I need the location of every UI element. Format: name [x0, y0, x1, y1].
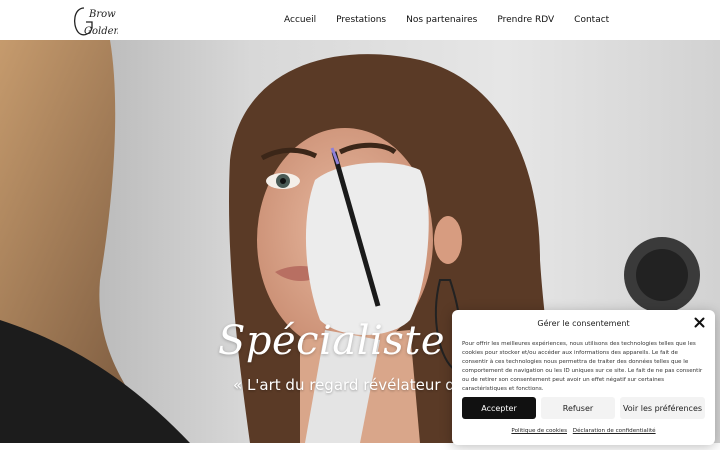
view-preferences-button[interactable]: Voir les préférences [620, 397, 705, 419]
consent-title: Gérer le consentement [537, 319, 630, 328]
nav-prestations[interactable]: Prestations [336, 15, 386, 25]
consent-text: Pour offrir les meilleures expériences, … [462, 341, 703, 392]
accept-button[interactable]: Accepter [462, 397, 536, 419]
brow-golden-logo[interactable]: Brow Golden [70, 2, 118, 38]
nav-contact[interactable]: Contact [574, 15, 609, 25]
consent-links: Politique de cookies Déclaration de conf… [452, 428, 715, 434]
close-icon[interactable] [694, 317, 705, 328]
nav-prendre-rdv[interactable]: Prendre RDV [497, 15, 554, 25]
cookie-policy-link[interactable]: Politique de cookies [511, 428, 567, 434]
nav-partenaires[interactable]: Nos partenaires [406, 15, 477, 25]
site-header: Brow Golden Accueil Prestations Nos part… [0, 0, 720, 40]
logo-word-brow: Brow [88, 9, 116, 20]
main-nav: Accueil Prestations Nos partenaires Pren… [284, 0, 629, 40]
nav-accueil[interactable]: Accueil [284, 15, 316, 25]
cookie-consent-dialog: Gérer le consentement Pour offrir les me… [452, 310, 715, 445]
logo-mark: Brow Golden [73, 7, 118, 37]
logo-word-golden: Golden [84, 26, 118, 37]
privacy-statement-link[interactable]: Déclaration de confidentialité [573, 428, 656, 434]
refuse-button[interactable]: Refuser [541, 397, 615, 419]
